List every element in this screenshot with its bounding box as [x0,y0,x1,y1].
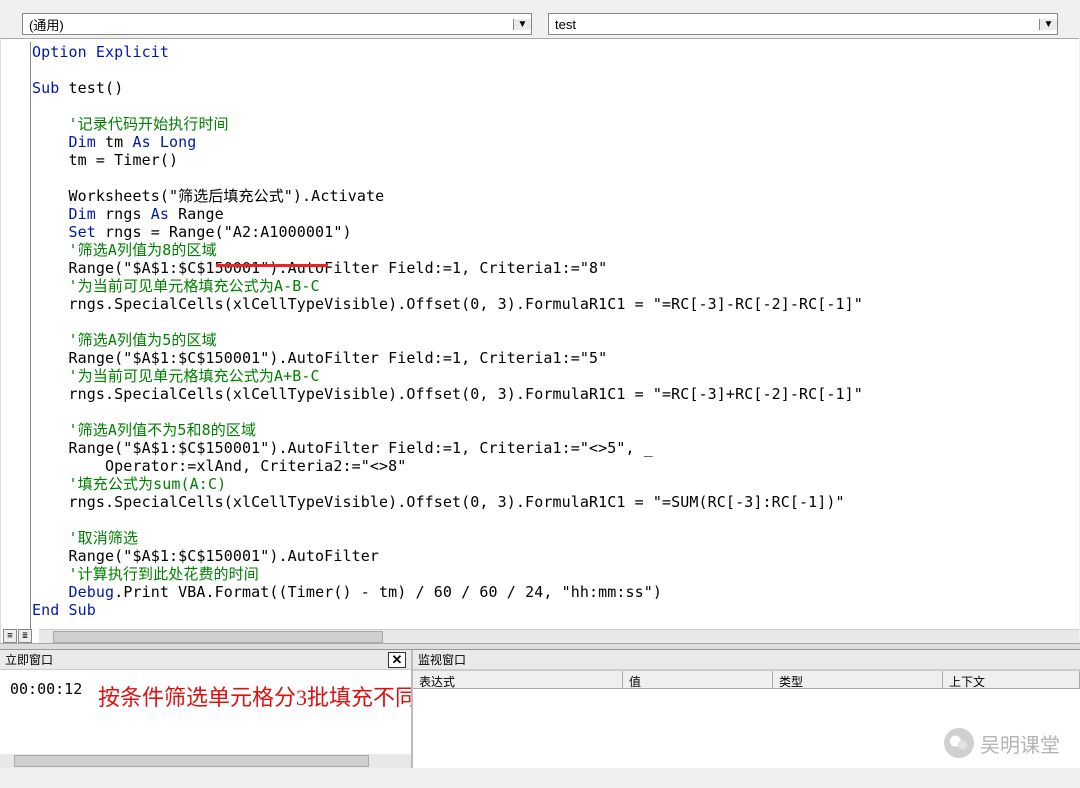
procedure-dropdown[interactable]: test ▼ [548,13,1058,35]
editor-margin [5,42,31,643]
procedure-view-icon[interactable]: ≡ [3,629,17,643]
watch-window-titlebar: 监视窗口 [413,650,1080,670]
code-area[interactable]: Option Explicit Sub test() '记录代码开始执行时间 D… [32,43,1079,619]
immediate-scrollbar[interactable] [0,754,411,768]
watch-header-row: 表达式 值 类型 上下文 [413,670,1080,689]
horizontal-scrollbar[interactable] [39,629,1079,643]
close-icon[interactable]: ✕ [388,652,406,668]
procedure-dropdown-value: test [549,17,576,32]
scrollbar-thumb[interactable] [14,755,369,767]
view-mode-icons: ≡ ≣ [3,629,33,643]
code-editor[interactable]: Option Explicit Sub test() '记录代码开始执行时间 D… [0,38,1079,643]
immediate-window-titlebar: 立即窗口 ✕ [0,650,411,670]
wechat-icon [944,728,974,758]
watch-col-value[interactable]: 值 [623,671,773,688]
pane-splitter[interactable] [0,643,1080,650]
watch-col-context[interactable]: 上下文 [943,671,1080,688]
immediate-output: 00:00:12 [10,680,82,698]
bottom-panels: 立即窗口 ✕ 00:00:12 按条件筛选单元格分3批填充不同公式耗时12秒 监… [0,650,1080,768]
immediate-window: 立即窗口 ✕ 00:00:12 按条件筛选单元格分3批填充不同公式耗时12秒 [0,650,413,768]
annotation-underline [216,264,328,267]
watch-col-type[interactable]: 类型 [773,671,943,688]
scrollbar-thumb[interactable] [53,631,383,643]
watermark-text: 吴明课堂 [980,729,1060,758]
object-dropdown-value: (通用) [23,15,64,34]
immediate-window-body[interactable]: 00:00:12 按条件筛选单元格分3批填充不同公式耗时12秒 [0,670,411,768]
object-procedure-row: (通用) ▼ test ▼ [0,10,1080,38]
watermark: 吴明课堂 [944,728,1060,758]
dropdown-arrow-icon[interactable]: ▼ [1039,19,1057,30]
immediate-window-title: 立即窗口 [5,651,53,668]
watch-window-title: 监视窗口 [418,651,466,668]
watch-col-expression[interactable]: 表达式 [413,671,623,688]
annotation-text: 按条件筛选单元格分3批填充不同公式耗时12秒 [98,680,411,712]
full-module-view-icon[interactable]: ≣ [18,629,32,643]
dropdown-arrow-icon[interactable]: ▼ [513,19,531,30]
menu-bar[interactable] [0,0,1080,10]
object-dropdown[interactable]: (通用) ▼ [22,13,532,35]
